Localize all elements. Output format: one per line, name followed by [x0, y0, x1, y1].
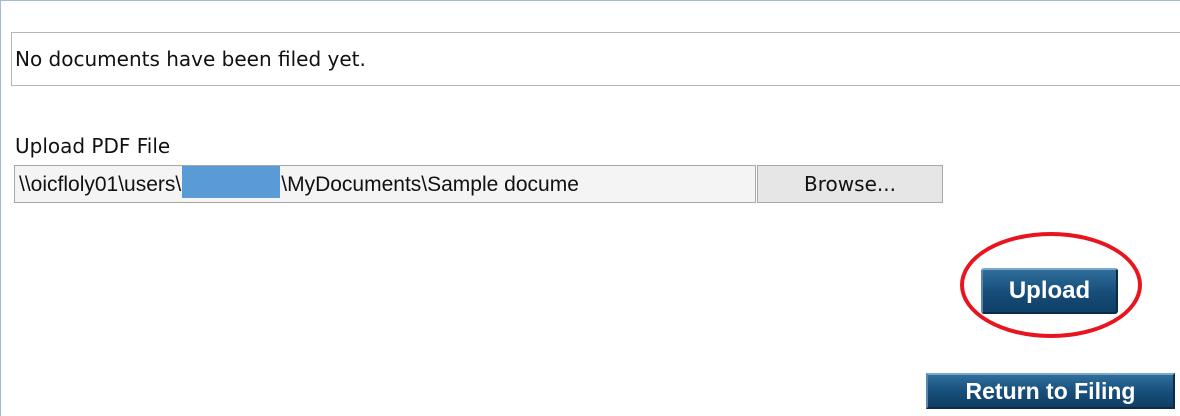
browse-button[interactable]: Browse...	[757, 165, 943, 203]
upload-pdf-label: Upload PDF File	[15, 134, 171, 158]
upload-button[interactable]: Upload	[981, 268, 1118, 314]
file-path-input[interactable]: \\oicfloly01\users\ \MyDocuments\Sample d…	[14, 165, 756, 203]
file-path-prefix: \\oicfloly01\users\	[19, 173, 182, 196]
no-documents-message: No documents have been filed yet.	[15, 47, 366, 71]
return-to-filing-button[interactable]: Return to Filing	[926, 373, 1175, 409]
redacted-username	[182, 166, 281, 198]
file-path-suffix: \MyDocuments\Sample docume	[281, 173, 579, 196]
